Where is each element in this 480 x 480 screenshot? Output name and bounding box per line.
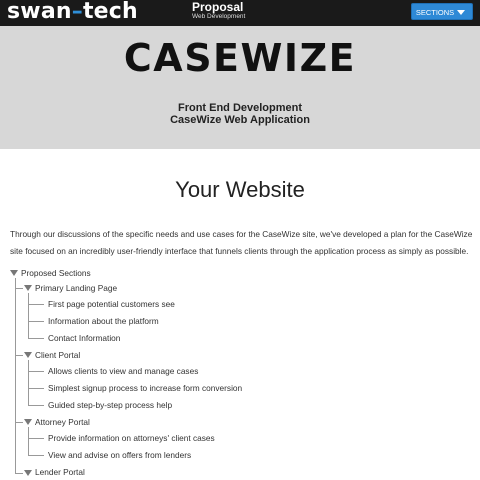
tree-item-label: Information about the platform bbox=[48, 316, 159, 326]
collapse-triangle-icon[interactable] bbox=[24, 285, 32, 291]
sections-tree: Proposed Sections Primary Landing Page F… bbox=[0, 0, 480, 480]
tree-connector bbox=[28, 371, 44, 372]
collapse-triangle-icon[interactable] bbox=[24, 470, 32, 476]
tree-item-label: Guided step-by-step process help bbox=[48, 400, 173, 410]
collapse-triangle-icon[interactable] bbox=[10, 270, 18, 276]
tree-connector bbox=[28, 388, 44, 389]
tree-group-label[interactable]: Lender Portal bbox=[35, 467, 85, 477]
tree-connector bbox=[28, 405, 44, 406]
tree-connector bbox=[28, 293, 29, 338]
tree-connector bbox=[28, 427, 29, 455]
tree-connector bbox=[15, 422, 23, 423]
tree-connector bbox=[28, 455, 44, 456]
tree-connector bbox=[28, 360, 29, 405]
tree-group-label[interactable]: Primary Landing Page bbox=[35, 283, 117, 293]
tree-item-label: First page potential customers see bbox=[48, 299, 175, 309]
tree-item-label: Allows clients to view and manage cases bbox=[48, 366, 199, 376]
tree-connector bbox=[15, 278, 16, 474]
tree-connector bbox=[28, 338, 44, 339]
tree-item-label: View and advise on offers from lenders bbox=[48, 450, 192, 460]
tree-connector bbox=[28, 438, 44, 439]
tree-connector bbox=[15, 355, 23, 356]
tree-item-label: Simplest signup process to increase form… bbox=[48, 383, 243, 393]
tree-connector bbox=[15, 288, 23, 289]
tree-group-label[interactable]: Client Portal bbox=[35, 350, 80, 360]
tree-group-label[interactable]: Attorney Portal bbox=[35, 417, 90, 427]
tree-connector bbox=[28, 304, 44, 305]
collapse-triangle-icon[interactable] bbox=[24, 352, 32, 358]
tree-connector bbox=[28, 321, 44, 322]
tree-item-label: Contact Information bbox=[48, 333, 121, 343]
tree-item-label: Provide information on attorneys' client… bbox=[48, 433, 215, 443]
tree-connector bbox=[15, 473, 23, 474]
tree-root-label[interactable]: Proposed Sections bbox=[21, 268, 91, 278]
collapse-triangle-icon[interactable] bbox=[24, 419, 32, 425]
